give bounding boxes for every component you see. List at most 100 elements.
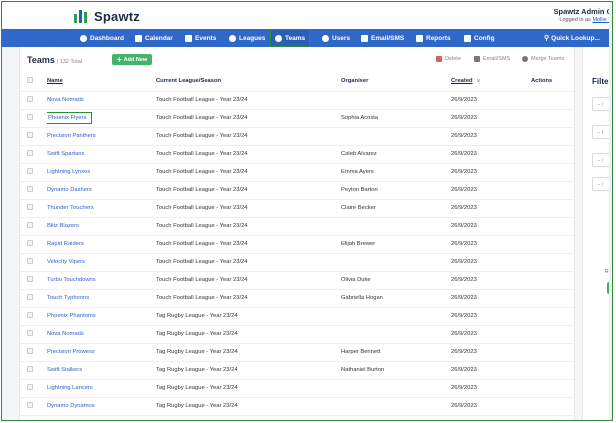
team-name-link[interactable]: Lightning Lynxes [47, 163, 156, 182]
row-checkbox[interactable] [27, 294, 33, 300]
table-row: Precision Panthers Touch Football League … [20, 127, 576, 146]
row-checkbox[interactable] [27, 402, 33, 408]
actions-cell [531, 325, 576, 344]
league-cell: Tag Rugby League - Year 23/24 [156, 379, 341, 398]
nav-events[interactable]: Events [185, 29, 216, 47]
col-league-header: Current League/Season [156, 71, 341, 92]
nav-leagues[interactable]: Leagues [229, 29, 265, 47]
spawtz-logo[interactable]: Spawtz [74, 9, 140, 24]
admin-account[interactable]: Spawtz Admin C Logged in as Mollie S [554, 7, 612, 23]
table-row: Nova Nomads Tag Rugby League - Year 23/24… [20, 325, 576, 344]
select-all-checkbox-cell [20, 71, 47, 92]
created-cell: 26/9/2023 [451, 199, 531, 218]
team-name-link[interactable]: Velocity Vipers [47, 253, 156, 272]
row-checkbox[interactable] [27, 240, 33, 246]
team-name-link[interactable]: Turbo Touchdowns [47, 271, 156, 290]
team-name-link[interactable]: Blitz Blazers [47, 217, 156, 236]
email-icon [361, 34, 368, 42]
team-name-link[interactable]: Touch Typhoons [47, 289, 156, 308]
col-actions-header: Actions [531, 71, 576, 92]
user-icon [322, 34, 329, 42]
row-checkbox[interactable] [27, 348, 33, 354]
row-checkbox[interactable] [27, 258, 33, 264]
trash-icon [436, 56, 442, 62]
row-checkbox[interactable] [27, 366, 33, 372]
nav-reports[interactable]: Reports [416, 29, 451, 47]
table-row: Precision Prowess Tag Rugby League - Year… [20, 343, 576, 362]
row-checkbox[interactable] [27, 204, 33, 210]
organiser-cell: Emma Ayers [341, 163, 451, 182]
organiser-cell: Harper Bennett [341, 343, 451, 362]
actions-cell [531, 217, 576, 236]
actions-cell [531, 199, 576, 218]
nav-email-sms[interactable]: Email/SMS [361, 29, 404, 47]
team-name-link[interactable]: Precision Panthers [47, 127, 156, 146]
email-sms-button[interactable]: Email/SMS [474, 56, 510, 62]
team-name-link[interactable]: Lightning Lancers [47, 379, 156, 398]
team-name-link[interactable]: Rapid Raiders [47, 235, 156, 254]
team-name-link[interactable]: Nova Nomads [47, 91, 156, 110]
merge-teams-button[interactable]: Merge Teams [522, 56, 564, 62]
row-checkbox[interactable] [27, 384, 33, 390]
created-cell: 26/9/2023 [451, 253, 531, 272]
highlighted-team-name[interactable]: Phoenix Flyers [47, 112, 93, 124]
league-cell: Touch Football League - Year 23/24 [156, 235, 341, 254]
organiser-cell: Nathaniel Burton [341, 361, 451, 380]
add-new-button[interactable]: + Add New [112, 54, 153, 65]
created-cell: 26/9/2023 [451, 325, 531, 344]
row-checkbox[interactable] [27, 276, 33, 282]
nav-config[interactable]: Config [464, 29, 495, 47]
nav-dashboard[interactable]: Dashboard [80, 29, 124, 47]
logged-in-line: Logged in as Mollie S [559, 17, 612, 23]
nav-calendar[interactable]: Calendar [135, 29, 173, 47]
app-window: Spawtz Spawtz Admin C Logged in as Molli… [1, 1, 613, 421]
nav-teams[interactable]: Teams [270, 29, 311, 47]
created-cell: 26/9/2023 [451, 217, 531, 236]
league-cell: Touch Football League - Year 23/24 [156, 127, 341, 146]
select-all-checkbox[interactable] [27, 76, 33, 83]
table-row: Velocity Vipers Touch Football League - Y… [20, 253, 576, 272]
row-checkbox[interactable] [27, 186, 33, 192]
row-checkbox[interactable] [27, 222, 33, 228]
actions-cell [531, 307, 576, 326]
team-name-link[interactable]: Dynamo Dynamos [47, 397, 156, 416]
scrollbar[interactable] [609, 2, 612, 420]
league-cell: Touch Football League - Year 23/24 [156, 271, 341, 290]
row-checkbox[interactable] [27, 114, 33, 120]
actions-cell [531, 109, 576, 128]
row-checkbox[interactable] [27, 96, 33, 102]
row-checkbox[interactable] [27, 150, 33, 156]
sort-desc-icon: ∨ [476, 77, 481, 84]
team-name-link[interactable]: Precision Prowess [47, 343, 156, 362]
col-created-header[interactable]: Created ∨ [451, 71, 531, 92]
league-cell: Touch Football League - Year 23/24 [156, 109, 341, 128]
page-title: Teams | 132 Total [27, 55, 83, 65]
nav-users[interactable]: Users [322, 29, 350, 47]
reports-icon [416, 34, 423, 42]
search-icon: ⚲ [544, 35, 550, 42]
row-checkbox[interactable] [27, 330, 33, 336]
actions-cell [531, 181, 576, 200]
merge-icon [522, 56, 528, 62]
team-name-link[interactable]: Swift Spartans [47, 145, 156, 164]
league-cell: Tag Rugby League - Year 23/24 [156, 325, 341, 344]
team-name-link[interactable]: Dynamo Dashers [47, 181, 156, 200]
team-name-link[interactable]: Thunder Touchers [47, 199, 156, 218]
col-name-header[interactable]: Name [47, 71, 156, 92]
quick-lookup[interactable]: ⚲ Quick Lookup... [544, 29, 600, 47]
delete-button[interactable]: Delete [436, 56, 461, 62]
row-checkbox[interactable] [27, 132, 33, 138]
table-row: Phoenix Flyers Touch Football League - Ye… [20, 109, 576, 128]
created-cell: 26/9/2023 [451, 379, 531, 398]
wrench-icon [464, 34, 471, 42]
row-checkbox[interactable] [27, 312, 33, 318]
team-name-link[interactable]: Swift Stalkers [47, 361, 156, 380]
actions-cell [531, 379, 576, 398]
team-name-link[interactable]: Phoenix Flyers [47, 109, 156, 128]
team-name-link[interactable]: Nova Nomads [47, 325, 156, 344]
email-icon [474, 56, 480, 62]
team-name-link[interactable]: Phoenix Phantoms [47, 307, 156, 326]
row-checkbox[interactable] [27, 168, 33, 174]
created-cell: 26/9/2023 [451, 145, 531, 164]
organiser-cell [341, 307, 451, 326]
